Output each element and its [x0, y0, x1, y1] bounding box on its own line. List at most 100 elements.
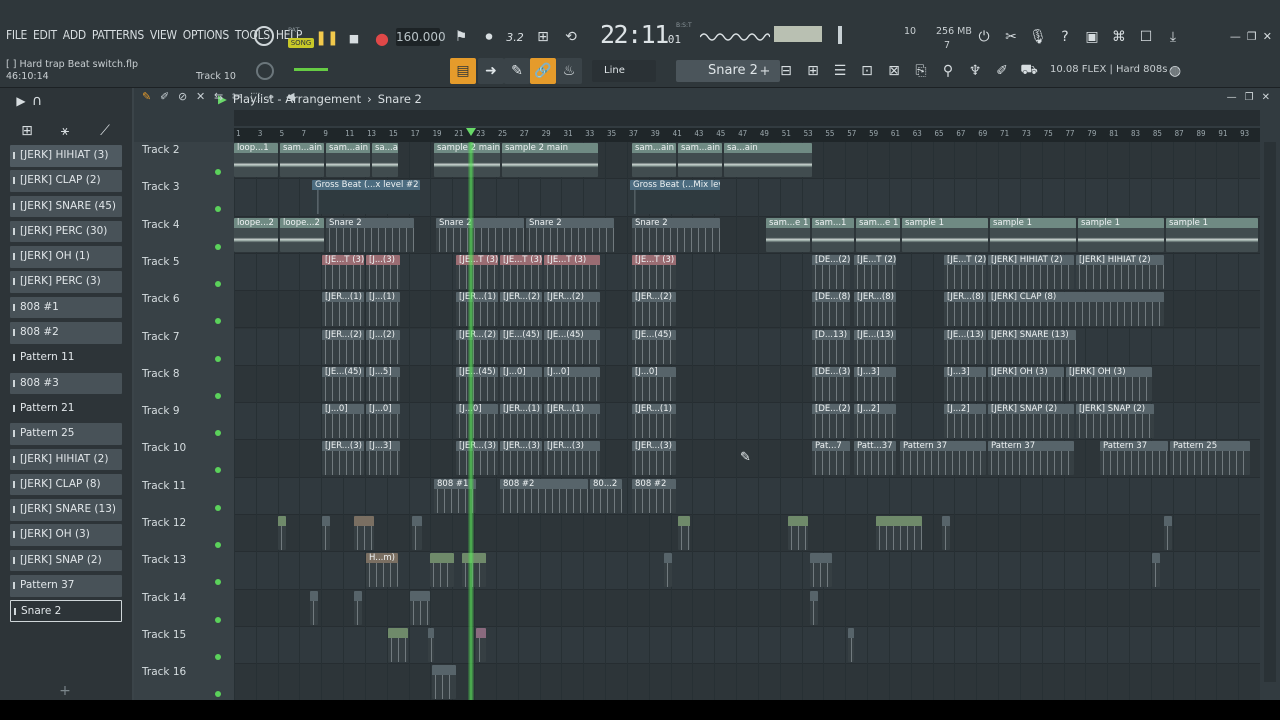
brush-icon[interactable]: ✐ — [991, 60, 1013, 82]
playlist-clip[interactable]: Pattern 37 — [1100, 441, 1168, 476]
playlist-clip[interactable]: sample 2 main — [502, 143, 598, 177]
shop-icon[interactable]: ⛟ — [1018, 60, 1040, 82]
menu-patterns[interactable]: PATTERNS — [90, 28, 146, 46]
track-enable-led[interactable] — [215, 355, 221, 362]
slip-tool-icon[interactable]: ⇆ — [214, 90, 223, 103]
playlist-clip[interactable]: [JE...(45) — [500, 329, 542, 364]
playlist-clip[interactable]: sample 1 — [1078, 217, 1164, 252]
playlist-clip[interactable]: sam...ain — [280, 143, 324, 177]
channel-item[interactable]: Pattern 37 — [10, 575, 122, 597]
channel-item[interactable]: [JERK] CLAP (2) — [10, 170, 122, 192]
menu-options[interactable]: OPTIONS — [181, 28, 231, 46]
playlist-clip[interactable]: 80...2 — [590, 478, 622, 513]
mixer-icon[interactable]: ☰ — [829, 60, 851, 82]
playlist-clip[interactable]: [JE...(45) — [544, 329, 600, 364]
track-name[interactable]: Track 14 — [142, 592, 186, 604]
menu-edit[interactable]: EDIT — [31, 28, 59, 46]
track-name[interactable]: Track 8 — [142, 368, 180, 380]
playlist-clip[interactable]: [JE...T (3) — [544, 254, 600, 289]
loop-record-icon[interactable]: ⟲ — [560, 26, 582, 48]
playlist-clip[interactable]: [JER...(2) — [322, 329, 364, 364]
playlist-clip[interactable] — [430, 553, 454, 588]
playlist-clip[interactable]: [J...0] — [500, 366, 542, 401]
playlist-clip[interactable]: [J...5] — [366, 366, 400, 401]
channel-item[interactable]: 808 #3 — [10, 372, 122, 395]
time-ruler[interactable]: 1 3 5 7 9 11 13 15 17 19 21 23 25 27 29 31 33 35 37 39 41 43 4… — [234, 128, 1260, 142]
pencil-tool-icon[interactable]: ✎ — [142, 90, 151, 103]
playlist-clip[interactable]: [JER...(2) — [500, 292, 542, 327]
playlist-clip[interactable]: [J...3] — [366, 441, 400, 476]
playlist-minimize-icon[interactable]: — — [1227, 92, 1237, 103]
playlist-clip[interactable]: 808 #2 — [632, 478, 676, 513]
track-enable-led[interactable] — [215, 579, 221, 586]
track-lane[interactable] — [234, 664, 1260, 700]
playlist-clip[interactable]: [JERK] SNAP (2) — [1076, 404, 1154, 439]
playlist-clip[interactable]: [D...13) — [812, 329, 850, 364]
playlist-clip[interactable]: [JE...T (3) — [322, 254, 364, 289]
playlist-overview-bar[interactable] — [234, 110, 1260, 126]
microphone-icon[interactable]: 🎙 — [1027, 26, 1049, 48]
playlist-clip[interactable] — [876, 516, 922, 550]
draw-tool-icon[interactable]: ✎ — [504, 58, 530, 84]
channel-item[interactable]: [JERK] PERC (3) — [10, 271, 122, 293]
track-name[interactable]: Track 13 — [142, 554, 186, 566]
playlist-clip[interactable]: Snare 2 — [632, 217, 720, 252]
track-name[interactable]: Track 3 — [142, 181, 180, 193]
metronome-icon[interactable]: ⚑ — [450, 26, 472, 48]
project-icon[interactable]: ⎘ — [910, 60, 932, 82]
playlist-clip[interactable]: Pattern 25 — [1170, 441, 1250, 476]
track-lane[interactable] — [234, 477, 1260, 515]
track-name[interactable]: Track 6 — [142, 293, 180, 305]
playlist-clip[interactable] — [310, 590, 318, 625]
browser-grid-icon[interactable]: ⊞ — [16, 120, 38, 142]
playlist-clip[interactable]: loop...1 — [234, 143, 278, 177]
track-name[interactable]: Track 5 — [142, 256, 180, 268]
track-enable-led[interactable] — [215, 169, 221, 175]
playlist-clip[interactable] — [1152, 553, 1160, 588]
minimize-icon[interactable]: — — [1230, 30, 1241, 43]
channel-item[interactable]: 808 #1 — [10, 296, 122, 319]
playlist-clip[interactable]: [JER...(8) — [854, 292, 896, 327]
playhead-marker[interactable] — [466, 128, 476, 136]
playlist-clip[interactable] — [810, 553, 832, 588]
playlist-clip[interactable]: [JERK] CLAP (8) — [988, 292, 1164, 327]
track-lane[interactable] — [234, 515, 1260, 553]
playlist-clip[interactable]: [J...0] — [632, 366, 676, 401]
playlist-clip[interactable]: [JER...(1) — [456, 292, 498, 327]
playlist-clip[interactable]: sample 1 — [990, 217, 1076, 252]
track-enable-led[interactable] — [215, 504, 221, 511]
playlist-close-icon[interactable]: ✕ — [1262, 92, 1270, 103]
track-name[interactable]: Track 10 — [142, 442, 186, 454]
playlist-clip[interactable]: [DE...(8) — [812, 292, 850, 327]
playlist-clip[interactable]: Gross Beat (...Mix level — [630, 180, 720, 215]
playlist-clip[interactable]: [J...3] — [854, 366, 896, 401]
playlist-clip[interactable]: [JE...(45) — [456, 366, 498, 401]
magnet-icon[interactable]: ∩ — [26, 90, 48, 112]
playlist-clip[interactable]: [JER...(3) — [500, 441, 542, 476]
track-name[interactable]: Track 2 — [142, 144, 180, 156]
playlist-clip[interactable]: sam...e 1 — [766, 217, 810, 252]
playlist-clip[interactable]: [JER...(2) — [456, 329, 498, 364]
channel-item[interactable]: [JERK] SNARE (45) — [10, 195, 122, 218]
power-icon[interactable]: ⏻ — [973, 26, 995, 48]
playlist-clip[interactable]: [DE...(3) — [812, 366, 850, 401]
playlist-clip[interactable]: [JER...(1) — [632, 404, 676, 439]
piano-roll-icon[interactable]: ▤ — [450, 58, 476, 84]
channel-item[interactable]: [JERK] HIHIAT (3) — [10, 145, 122, 167]
playlist-clip[interactable]: [JER...(3) — [322, 441, 364, 476]
add-pattern-icon[interactable]: + — [754, 60, 776, 82]
playlist-clip[interactable] — [354, 516, 374, 550]
playlist-clip[interactable]: [JER...(1) — [500, 404, 542, 439]
track-enable-led[interactable] — [215, 392, 221, 399]
track-enable-led[interactable] — [215, 691, 221, 698]
playlist-clip[interactable]: [JERK] SNARE (13) — [988, 329, 1076, 364]
playlist-clip[interactable]: sample 1 — [1166, 217, 1258, 252]
playlist-clip[interactable]: Snare 2 — [526, 217, 614, 252]
playlist-clip[interactable]: [JER...(2) — [632, 292, 676, 327]
playlist-clip[interactable]: [J...2] — [854, 404, 896, 439]
playlist-clip[interactable]: [JER...(1) — [544, 404, 600, 439]
menu-view[interactable]: VIEW — [148, 28, 179, 46]
step-edit-icon[interactable]: 3.2 — [504, 26, 526, 48]
playlist-clip[interactable]: [J...(3) — [366, 254, 400, 289]
track-name[interactable]: Track 7 — [142, 331, 180, 343]
